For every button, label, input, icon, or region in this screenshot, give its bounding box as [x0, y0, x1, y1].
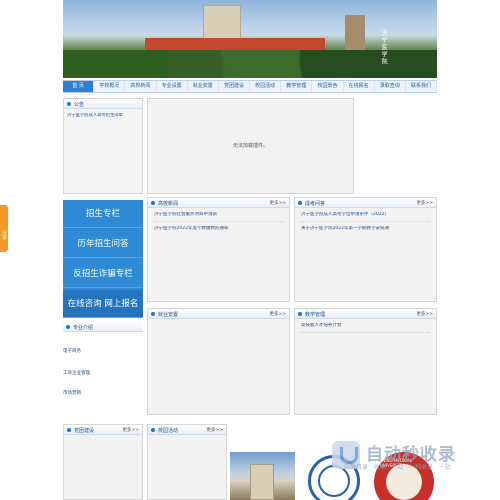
news-item[interactable]: 济宁医学院2022年度学费缴费的通知: [154, 226, 283, 232]
nav-party-building[interactable]: 党团建设: [219, 81, 251, 92]
watermark: 自动秒收录 网站目录 · 收录 · 一站 · 一秒收录 · 一站: [332, 438, 482, 478]
activities-more-link[interactable]: 更多>>: [206, 427, 223, 433]
photo-building: [250, 464, 274, 500]
main-nav: 首 页 学校概况 高校新闻 专业设置 就业安置 党团建设 校园活动 教学管理 校…: [63, 80, 438, 93]
party-title: 党团建设: [74, 428, 95, 434]
employment-more-link[interactable]: 更多>>: [269, 311, 286, 317]
plugin-message: 无法加载插件。: [232, 143, 268, 149]
majors-icon: [66, 325, 70, 329]
party-icon: [67, 428, 71, 432]
tile-consult-apply[interactable]: 在线咨询 网上报名: [63, 290, 143, 318]
nav-admission-query[interactable]: 录取查询: [375, 81, 406, 92]
teaching-item[interactable]: 高技能人才培养计划: [301, 323, 430, 333]
video-panel: 无法加载插件。: [147, 98, 354, 194]
notice-icon: [67, 102, 71, 106]
campus-banner: 济宁医学院: [63, 0, 437, 78]
teaching-more-link[interactable]: 更多>>: [416, 311, 433, 317]
nav-online-apply[interactable]: 在线报名: [344, 81, 375, 92]
nav-majors[interactable]: 专业设置: [157, 81, 188, 92]
nav-employment[interactable]: 就业安置: [188, 81, 219, 92]
notice-header: 公告: [64, 99, 142, 109]
nav-college-news[interactable]: 高校新闻: [125, 81, 157, 92]
tile-anti-fraud[interactable]: 反招生诈骗专栏: [63, 260, 143, 288]
teaching-icon: [298, 312, 302, 316]
nav-campus-scenery[interactable]: 校园景色: [312, 81, 344, 92]
qa-item[interactable]: 关于济宁医学院2022年第一学期教学安排通: [301, 226, 430, 232]
notice-title: 公告: [74, 102, 85, 108]
qa-title: 成考问答: [305, 201, 326, 207]
majors-title: 专业介绍: [73, 325, 94, 331]
teaching-panel: 教学管理 更多>> 高技能人才培养计划: [294, 308, 437, 415]
employment-title: 就业安置: [158, 312, 179, 318]
watermark-subtitle: 网站目录 · 收录 · 一站 · 一秒收录 · 一站: [344, 464, 451, 471]
nav-contact[interactable]: 联系我们: [406, 81, 438, 92]
party-more-link[interactable]: 更多>>: [122, 427, 139, 433]
qa-icon: [298, 201, 302, 205]
share-tab[interactable]: 分享: [0, 205, 8, 252]
major-link-business-admin[interactable]: 工商企业管理: [63, 370, 90, 376]
activities-icon: [151, 428, 155, 432]
nav-campus-activities[interactable]: 校园活动: [250, 81, 282, 92]
teaching-title: 教学管理: [305, 312, 326, 318]
party-panel: 党团建设 更多>>: [63, 424, 143, 500]
qa-more-link[interactable]: 更多>>: [416, 200, 433, 206]
major-link-marketing[interactable]: 市场营销: [63, 390, 81, 396]
tile-admissions[interactable]: 招生专栏: [63, 200, 143, 228]
employment-panel: 就业安置 更多>>: [147, 308, 290, 415]
quick-tiles: 招生专栏 历年招生问答 反招生诈骗专栏 在线咨询 网上报名: [63, 200, 143, 318]
news-more-link[interactable]: 更多>>: [269, 200, 286, 206]
employment-icon: [151, 312, 155, 316]
majors-panel: 专业介绍 电子商务 工商企业管理 市场营销: [63, 322, 143, 422]
news-title: 高校新闻: [158, 201, 179, 207]
tile-admission-qa[interactable]: 历年招生问答: [63, 230, 143, 258]
notice-item[interactable]: 济宁医学院成人高考招生简章: [67, 113, 136, 119]
news-item[interactable]: 济宁医学院社会服务项目申请表: [154, 212, 283, 222]
nav-home[interactable]: 首 页: [63, 81, 95, 92]
nav-teaching[interactable]: 教学管理: [281, 81, 313, 92]
nav-school-overview[interactable]: 学校概况: [94, 81, 126, 92]
activities-title: 校园活动: [158, 428, 179, 434]
notice-panel: 公告 济宁医学院成人高考招生简章: [63, 98, 143, 194]
qa-panel: 成考问答 更多>> 济宁医学院成人高考学位申请条件（2022） 关于济宁医学院2…: [294, 197, 437, 302]
news-icon: [151, 201, 155, 205]
news-panel: 高校新闻 更多>> 济宁医学院社会服务项目申请表 济宁医学院2022年度学费缴费…: [147, 197, 290, 302]
qa-item[interactable]: 济宁医学院成人高考学位申请条件（2022）: [301, 212, 430, 222]
banner-calligraphy: 济宁医学院: [380, 30, 387, 65]
campus-photo[interactable]: [230, 452, 295, 500]
activities-panel: 校园活动 更多>>: [147, 424, 227, 500]
major-link-ecommerce[interactable]: 电子商务: [63, 348, 81, 354]
